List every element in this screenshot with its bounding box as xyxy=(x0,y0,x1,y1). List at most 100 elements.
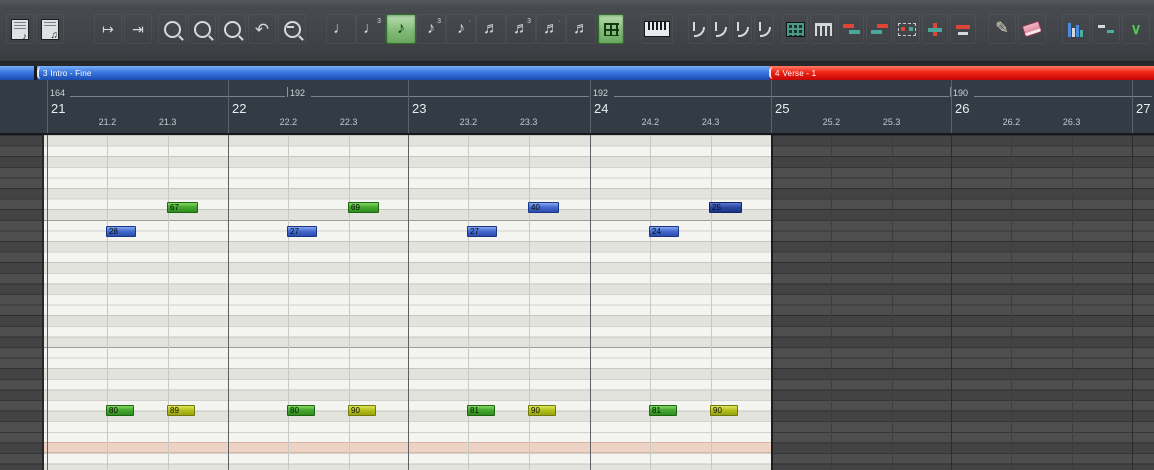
grid-icon xyxy=(603,22,619,36)
gate-time-button-4[interactable] xyxy=(754,14,774,44)
midi-note[interactable]: 89 xyxy=(167,405,195,416)
midi-note[interactable]: 80 xyxy=(287,405,315,416)
beat-line xyxy=(288,135,289,470)
bar-graph-icon xyxy=(1068,21,1084,37)
note-length-buttons: ♩ ♩ 3 ♪ ♪ 3 ♪ · ♬ ♬ 3 ♬ · ♬ xyxy=(326,14,596,44)
note-quarter-triplet-button[interactable]: ♩ 3 xyxy=(356,14,386,44)
grid-snap-button[interactable] xyxy=(598,14,624,44)
eighth-note-icon: ♪ xyxy=(397,20,405,37)
midi-note[interactable]: 40 xyxy=(528,202,559,213)
bar-number: 25 xyxy=(775,101,790,116)
midi-note[interactable]: 27 xyxy=(287,226,317,237)
dashes-icon xyxy=(1098,24,1114,34)
velocity-comb-button[interactable] xyxy=(810,14,836,44)
note-thirtysecond-button[interactable]: ♬ xyxy=(566,14,596,44)
midi-note[interactable]: 27 xyxy=(467,226,497,237)
note-velocity-label: 27 xyxy=(290,227,299,236)
midi-note[interactable]: 69 xyxy=(348,202,379,213)
green-curve-icon: ∨ xyxy=(1130,20,1142,38)
note-velocity-label: 27 xyxy=(470,227,479,236)
tempo-change-tick xyxy=(287,87,288,97)
piano-keys-button[interactable] xyxy=(641,14,673,44)
dotted-eighth-note-icon-modifier: · xyxy=(468,18,471,25)
beat-label: 23.2 xyxy=(459,117,478,127)
event-list-view-button[interactable] xyxy=(6,14,34,44)
quarter-note-triplet-icon-modifier: 3 xyxy=(377,18,381,25)
piano-group xyxy=(641,14,673,44)
timeline-ruler[interactable]: 164 192 192 190 21 21.2 21.3 22 22.2 22.3 23 23.2 23… xyxy=(0,80,1154,135)
midi-note[interactable]: 81 xyxy=(467,405,495,416)
gate-time-button-3[interactable] xyxy=(732,14,752,44)
bar-number: 27 xyxy=(1136,101,1151,116)
curve-tool-button[interactable]: ∨ xyxy=(1122,14,1150,44)
bar-line xyxy=(228,135,229,470)
region-start-notch xyxy=(769,67,773,79)
midi-note[interactable]: 25 xyxy=(709,202,742,213)
marker-bar[interactable]: 3 Intro - Fine 4 Verse - 1 xyxy=(0,66,1154,80)
eighth-note-triplet-icon-modifier: 3 xyxy=(437,18,441,25)
undo-button[interactable]: ↶ xyxy=(248,14,276,44)
midi-note[interactable]: 24 xyxy=(649,226,679,237)
bar-number: 24 xyxy=(594,101,609,116)
shift-left-button[interactable] xyxy=(838,14,864,44)
beat-line xyxy=(1011,135,1012,470)
velocity-graph-button[interactable] xyxy=(1062,14,1090,44)
note-velocity-label: 90 xyxy=(713,406,722,415)
region-intro[interactable]: 3 Intro - Fine xyxy=(37,66,769,80)
piano-keyboard-icon xyxy=(644,21,670,37)
midi-note[interactable]: 80 xyxy=(106,405,134,416)
jump-to-end-button[interactable]: ⇥ xyxy=(124,14,152,44)
bar-tick xyxy=(951,80,952,133)
piano-roll-view-button[interactable] xyxy=(36,14,64,44)
note-velocity-label: 67 xyxy=(170,203,179,212)
midi-note[interactable]: 90 xyxy=(348,405,376,416)
select-range-button[interactable] xyxy=(894,14,920,44)
pencil-tool-button[interactable]: ✎ xyxy=(988,14,1016,44)
tempo-value: 192 xyxy=(593,88,609,98)
note-sixteenth-button[interactable]: ♬ xyxy=(476,14,506,44)
tempo-line xyxy=(974,96,1152,97)
gate-time-button-1[interactable] xyxy=(688,14,708,44)
bar-tick xyxy=(228,80,229,133)
insert-event-button[interactable] xyxy=(922,14,948,44)
note-velocity-label: 69 xyxy=(351,203,360,212)
note-quarter-button[interactable]: ♩ xyxy=(326,14,356,44)
step-grid-button[interactable] xyxy=(782,14,808,44)
beat-label: 24.3 xyxy=(701,117,720,127)
note-velocity-label: 80 xyxy=(290,406,299,415)
document-music-icon xyxy=(41,18,59,41)
beat-label: 21.3 xyxy=(158,117,177,127)
cc-lines-button[interactable] xyxy=(1092,14,1120,44)
magnifier-icon xyxy=(193,20,211,38)
bar-tick xyxy=(47,80,48,133)
region-verse[interactable]: 4 Verse - 1 xyxy=(769,66,1154,80)
shift-right-button[interactable] xyxy=(866,14,892,44)
beat-label: 25.3 xyxy=(882,117,901,127)
zoom-reset-button[interactable] xyxy=(278,14,306,44)
note-velocity-label: 80 xyxy=(109,406,118,415)
note-dotted-sixteenth-button[interactable]: ♬ · xyxy=(536,14,566,44)
note-eighth-triplet-button[interactable]: ♪ 3 xyxy=(416,14,446,44)
region-previous[interactable] xyxy=(0,66,34,80)
note-sixteenth-triplet-button[interactable]: ♬ 3 xyxy=(506,14,536,44)
midi-note[interactable]: 81 xyxy=(649,405,677,416)
region-label: Intro - Fine xyxy=(50,68,92,78)
midi-note[interactable]: 90 xyxy=(528,405,556,416)
zoom-fit-button[interactable] xyxy=(218,14,246,44)
bar-line xyxy=(1132,135,1133,470)
jump-to-start-button[interactable]: ↦ xyxy=(94,14,122,44)
midi-note[interactable]: 28 xyxy=(106,226,136,237)
midi-note[interactable]: 67 xyxy=(167,202,198,213)
gate-time-button-2[interactable] xyxy=(710,14,730,44)
eraser-tool-button[interactable] xyxy=(1018,14,1046,44)
zoom-out-button[interactable] xyxy=(188,14,216,44)
note-grid[interactable]: 67 69 40 25 28 27 27 24 80 89 80 90 81 90 81 90 xyxy=(0,135,1154,470)
overwrite-event-button[interactable] xyxy=(950,14,976,44)
note-dotted-eighth-button[interactable]: ♪ · xyxy=(446,14,476,44)
zoom-in-button[interactable] xyxy=(158,14,186,44)
cell-grid-icon xyxy=(785,21,805,37)
midi-note[interactable]: 90 xyxy=(710,405,738,416)
red-bar-right-icon xyxy=(870,23,888,35)
beat-label: 22.2 xyxy=(279,117,298,127)
note-eighth-button[interactable]: ♪ xyxy=(386,14,416,44)
